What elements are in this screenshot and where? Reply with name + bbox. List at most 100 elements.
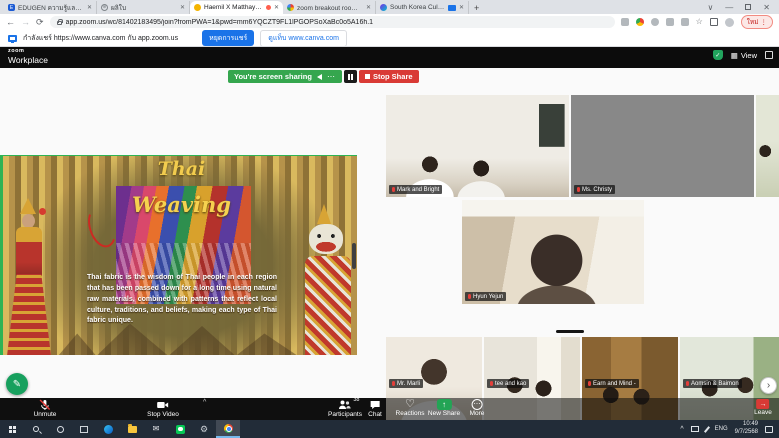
extension-icon[interactable]: [636, 18, 644, 26]
windows-logo-icon: [9, 426, 16, 433]
address-bar[interactable]: app.zoom.us/wc/81402183495/join?fromPWA=…: [50, 16, 615, 28]
side-panel-icon[interactable]: [710, 18, 718, 26]
toolbar-icons: ☆ ใหม่ ⋮: [621, 15, 773, 29]
muted-mic-icon: [392, 187, 395, 192]
leave-button[interactable]: → Leave: [754, 399, 772, 417]
share-up-arrow-icon: ↑: [437, 399, 452, 410]
language-indicator[interactable]: ENG: [715, 426, 728, 432]
tab-google-search[interactable]: zoom breakout rooms - ค้นหาด้... ✕: [283, 1, 376, 14]
annotate-pencil-button[interactable]: ✎: [6, 373, 28, 395]
share-icon[interactable]: [681, 18, 689, 26]
grid-view-icon: ▦: [731, 51, 738, 60]
participants-button[interactable]: 38 Participants: [328, 399, 362, 419]
video-options-caret[interactable]: ^: [203, 399, 206, 406]
mask-crown: [317, 204, 331, 224]
minimize-button[interactable]: —: [725, 3, 733, 12]
stop-video-button[interactable]: Stop Video: [147, 399, 179, 419]
participant-name-label: Mr. Marli: [389, 379, 423, 388]
line-app-button[interactable]: [168, 420, 192, 438]
close-tab-icon[interactable]: ✕: [87, 4, 92, 11]
mask-face: [309, 224, 343, 254]
tab-canva-shared[interactable]: South Korea Cultural Excha... ✕: [376, 1, 469, 14]
video-tile-mark-and-bright[interactable]: Mark and Bright: [386, 95, 569, 197]
close-tab-icon[interactable]: ✕: [459, 4, 464, 11]
forward-button[interactable]: →: [21, 17, 30, 27]
khon-mask-figure: [299, 204, 357, 355]
leave-icon: →: [757, 399, 770, 409]
sharing-text: You're screen sharing: [234, 72, 312, 81]
view-label: View: [741, 51, 757, 60]
tab-thai-site[interactable]: ⊕ ผลิใบ ✕: [97, 1, 190, 14]
thai-dancer-figure: [3, 198, 67, 355]
video-tile-hyun-yejun[interactable]: Hyun Yejun: [462, 200, 644, 304]
display-tray-icon[interactable]: [691, 426, 699, 432]
browser-tab-strip: E EDUGEN ความรู้และแบบฝึกหัดออนไลน์ ✕ ⊕ …: [0, 0, 779, 14]
video-tile-ms-christy[interactable]: Ms. Christy: [571, 95, 754, 197]
clock[interactable]: 10:49 9/7/2568: [735, 421, 758, 437]
tab-search-icon[interactable]: ∨: [707, 3, 713, 12]
close-window-button[interactable]: ✕: [763, 3, 770, 12]
fullscreen-icon[interactable]: [765, 51, 773, 59]
update-label: ใหม่: [747, 17, 759, 27]
file-explorer-button[interactable]: [120, 420, 144, 438]
close-tab-icon[interactable]: ✕: [274, 4, 279, 11]
task-view-button[interactable]: [72, 420, 96, 438]
pause-share-button[interactable]: [344, 70, 357, 83]
settings-button[interactable]: ⚙: [192, 420, 216, 438]
tab-edugen[interactable]: E EDUGEN ความรู้และแบบฝึกหัดออนไลน์ ✕: [4, 1, 97, 14]
start-button[interactable]: [0, 420, 24, 438]
chrome-update-menu-button[interactable]: ใหม่ ⋮: [741, 15, 773, 29]
muted-mic-icon: [686, 381, 689, 386]
muted-mic-icon: [588, 381, 591, 386]
audio-speaker-icon[interactable]: [317, 74, 322, 80]
stop-sharing-button[interactable]: หยุดการแชร์: [202, 30, 254, 46]
zoom-workplace-logo: zoom Workplace: [8, 49, 48, 64]
media-control-icon[interactable]: [621, 18, 629, 26]
back-button[interactable]: ←: [6, 17, 15, 27]
next-videos-chevron-button[interactable]: ›: [760, 377, 777, 394]
security-shield-icon[interactable]: ✓: [713, 50, 723, 60]
view-tab-button[interactable]: ดูแท็บ www.canva.com: [260, 30, 347, 47]
stop-share-label: Stop Share: [373, 72, 413, 81]
unmute-button[interactable]: Unmute: [34, 399, 57, 419]
bookmark-star-icon[interactable]: ☆: [696, 18, 703, 26]
notification-center-icon[interactable]: [765, 426, 773, 433]
screen: E EDUGEN ความรู้และแบบฝึกหัดออนไลน์ ✕ ⊕ …: [0, 0, 779, 438]
new-share-button[interactable]: ↑ New Share: [428, 399, 460, 418]
tab-title: EDUGEN ความรู้และแบบฝึกหัดออนไลน์: [18, 3, 84, 13]
more-options-icon[interactable]: ⋯: [327, 72, 336, 81]
participant-name-label: Hyun Yejun: [465, 292, 506, 301]
edge-icon: [104, 425, 113, 434]
shared-slide: Thai Weaving Thai fabric is the wisdom o…: [0, 155, 357, 355]
reload-button[interactable]: ⟳: [36, 17, 44, 28]
close-tab-icon[interactable]: ✕: [180, 4, 185, 11]
reactions-button[interactable]: ♡ Reactions: [396, 399, 425, 418]
tab-sharing-indicator: [448, 5, 456, 11]
chrome-button[interactable]: [216, 420, 240, 438]
chat-button[interactable]: Chat: [368, 399, 382, 419]
tab-haemil-zoom-active[interactable]: Haemil X Matthayom Watn... ✕: [190, 1, 283, 14]
video-panel-drag-handle[interactable]: [556, 330, 584, 333]
search-icon: [33, 426, 39, 432]
video-tile-partial[interactable]: [756, 95, 779, 197]
view-button[interactable]: ▦View: [731, 51, 757, 60]
profile-avatar[interactable]: [725, 18, 734, 27]
hidden-icons-chevron[interactable]: ^: [680, 426, 683, 433]
password-key-icon[interactable]: [651, 18, 659, 26]
more-button[interactable]: ⋯ More: [470, 399, 485, 418]
zoom-logo-text: zoom: [8, 49, 48, 55]
stop-share-button[interactable]: Stop Share: [359, 70, 419, 83]
maximize-button[interactable]: [745, 4, 751, 10]
edugen-favicon: E: [8, 4, 15, 11]
globe-favicon: ⊕: [101, 4, 108, 11]
translate-icon[interactable]: [666, 18, 674, 26]
mail-button[interactable]: ✉: [144, 420, 168, 438]
pen-tray-icon[interactable]: [704, 426, 710, 433]
new-tab-button[interactable]: +: [474, 3, 479, 14]
search-button[interactable]: [24, 420, 48, 438]
edge-button[interactable]: [96, 420, 120, 438]
dancer-skirt: [7, 274, 51, 355]
close-tab-icon[interactable]: ✕: [366, 4, 371, 11]
cortana-button[interactable]: [48, 420, 72, 438]
zoom-header: zoom Workplace ✓ ▦View: [0, 47, 779, 68]
